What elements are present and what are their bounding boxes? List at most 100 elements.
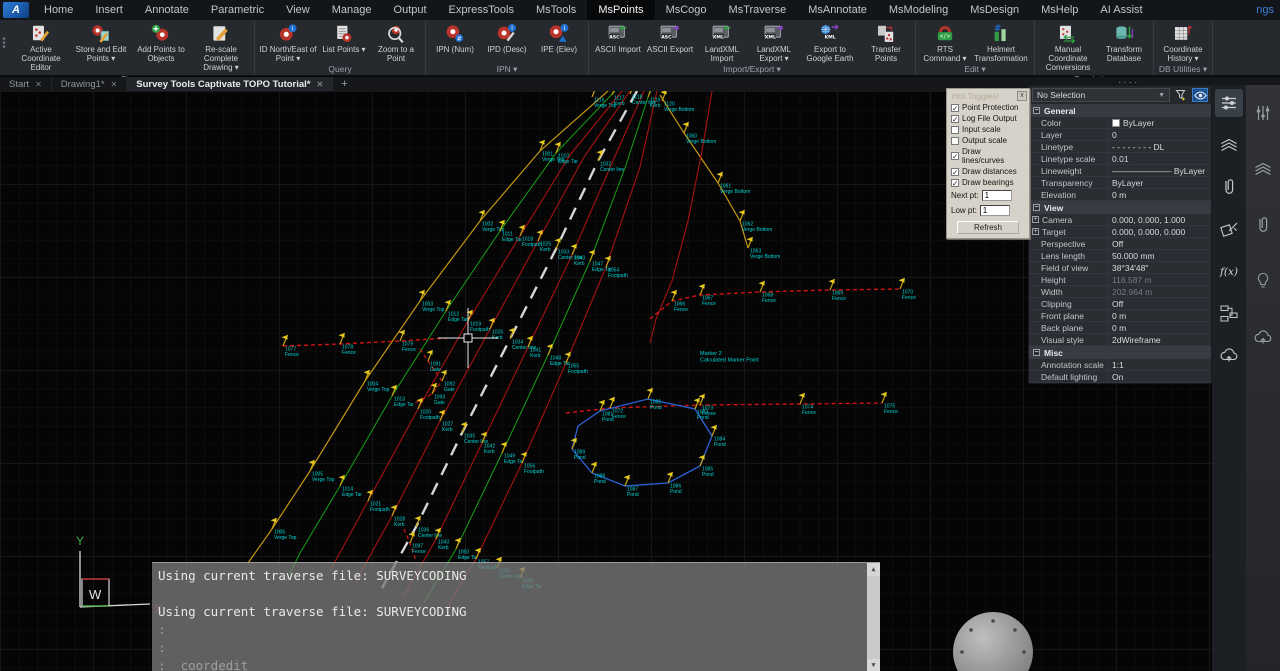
ribbon-drag-handle[interactable]: ••• (0, 20, 8, 75)
menu-tab-home[interactable]: Home (33, 0, 84, 20)
survey-point[interactable]: 1048Edge Tar (547, 344, 571, 367)
close-icon[interactable]: ✕ (317, 80, 324, 89)
survey-point[interactable]: 1013Edge Tar (391, 385, 415, 408)
checkbox-icon[interactable]: ✓ (951, 152, 959, 160)
menu-tab-insert[interactable]: Insert (84, 0, 134, 20)
menu-tab-msdesign[interactable]: MsDesign (959, 0, 1030, 20)
survey-point[interactable]: 1005Verge Top (309, 460, 335, 483)
survey-point[interactable]: 1120Verge Bottom (661, 91, 695, 113)
property-value[interactable]: ——————— ByLayer (1107, 165, 1211, 176)
survey-point[interactable]: 1010Edge Tar (555, 142, 579, 165)
polyline-road-centerline[interactable] (382, 91, 637, 588)
ribbon-button-kml-export[interactable]: KMLExport to Google Earth (800, 21, 860, 63)
collapse-icon[interactable]: − (1033, 107, 1040, 114)
property-row-annotation-scale[interactable]: Annotation scale1:1 (1029, 359, 1211, 371)
property-row-field-of-view[interactable]: Field of view38°34'48" (1029, 262, 1211, 274)
survey-point[interactable]: 1063Verge Bottom (747, 237, 781, 260)
collapse-icon[interactable]: − (1033, 349, 1040, 356)
survey-point[interactable]: 1011Edge Tar (499, 220, 523, 243)
property-value[interactable]: On (1107, 371, 1211, 382)
ribbon-button-manual-conversions[interactable]: Manual Coordinate Conversions (1038, 21, 1098, 73)
property-row-linetype[interactable]: Linetype- - - - - - - - DL (1029, 141, 1211, 153)
survey-point[interactable]: 1012Edge Tar (445, 300, 469, 323)
ribbon-button-landxml-export[interactable]: XMLLandXML Export ▾ (748, 21, 800, 63)
property-value[interactable]: Off (1107, 298, 1211, 309)
ribbon-group-label[interactable]: Import/Export ▾ (592, 63, 912, 75)
property-value[interactable]: 118.587 m (1107, 274, 1211, 285)
menu-tab-view[interactable]: View (275, 0, 321, 20)
refresh-button[interactable]: Refresh (957, 221, 1019, 234)
new-tab-button[interactable]: + (333, 77, 355, 91)
property-value[interactable]: ByLayer (1107, 177, 1211, 188)
selection-dropdown[interactable]: No Selection ▼ (1032, 88, 1170, 102)
menu-tab-mscogo[interactable]: MsCogo (655, 0, 718, 20)
survey-point[interactable]: 1066Fence (671, 290, 689, 313)
quick-select-eye-icon[interactable] (1192, 88, 1208, 102)
checkbox-icon[interactable]: ✓ (951, 104, 959, 112)
layers-icon[interactable] (1215, 131, 1243, 159)
polyline-fence-left[interactable] (283, 338, 448, 346)
menu-tab-msannotate[interactable]: MsAnnotate (797, 0, 878, 20)
property-row-clipping[interactable]: ClippingOff (1029, 298, 1211, 310)
ribbon-button-transfer-points[interactable]: Transfer Points (860, 21, 912, 63)
survey-point[interactable]: 1043Kerb (435, 528, 450, 551)
attachment-icon[interactable] (1215, 173, 1243, 201)
polyline-pond-outline[interactable] (572, 399, 712, 486)
survey-point[interactable]: 1060Verge Bottom (683, 122, 717, 145)
survey-point[interactable]: 1056Footpath (521, 452, 544, 475)
survey-point[interactable]: 1055Footpath (565, 352, 588, 375)
polyline-footpath-right[interactable] (446, 91, 657, 609)
checkbox-icon[interactable]: ✓ (951, 179, 959, 187)
survey-point[interactable]: 1014Edge Tar (339, 475, 363, 498)
property-value[interactable]: 202.964 m (1107, 286, 1211, 297)
lamp-icon[interactable] (1249, 267, 1277, 295)
expression-fx-icon[interactable]: f(x) (1215, 257, 1243, 285)
survey-point[interactable]: 1077Fence (282, 335, 300, 358)
property-row-front-plane[interactable]: Front plane0 m (1029, 310, 1211, 322)
property-value[interactable]: - - - - - - - - DL (1107, 141, 1211, 152)
property-row-color[interactable]: ColorByLayer (1029, 117, 1211, 129)
app-logo-icon[interactable]: A (3, 2, 29, 18)
property-row-visual-style[interactable]: Visual style2dWireframe (1029, 334, 1211, 346)
toggle-draw-lines-curves[interactable]: ✓Draw lines/curves (947, 146, 1029, 166)
polyline-fence-upper[interactable] (650, 289, 900, 319)
checkbox-icon[interactable] (951, 137, 959, 145)
document-tab-start[interactable]: Start✕ (0, 77, 52, 91)
survey-point[interactable]: 1075Fence (881, 392, 899, 415)
ribbon-button-coordinate-history[interactable]: Coordinate History ▾ (1157, 21, 1209, 63)
checkbox-icon[interactable]: ✓ (951, 115, 959, 123)
property-value[interactable]: 0.000, 0.000, 0.000 (1107, 226, 1211, 237)
property-value[interactable]: ByLayer (1107, 117, 1211, 128)
property-row-lineweight[interactable]: Lineweight——————— ByLayer (1029, 165, 1211, 177)
property-value[interactable]: 1:1 (1107, 359, 1211, 370)
property-row-back-plane[interactable]: Back plane0 m (1029, 322, 1211, 334)
ribbon-group-label[interactable]: DB Utilities ▾ (1157, 63, 1209, 75)
ribbon-group-label[interactable]: Query (258, 63, 422, 75)
ribbon-button-transform-database[interactable]: Transform Database (1098, 21, 1150, 63)
close-icon[interactable]: x (1017, 91, 1027, 101)
menu-tab-mstools[interactable]: MsTools (525, 0, 587, 20)
collapse-icon[interactable]: − (1033, 204, 1040, 211)
toggle-input-scale[interactable]: Input scale (947, 124, 1029, 135)
ribbon-button-list-points[interactable]: List Points ▾ (318, 21, 370, 54)
menu-tab-parametric[interactable]: Parametric (200, 0, 275, 20)
property-row-camera[interactable]: +Camera0.000, 0.000, 1.000 (1029, 214, 1211, 226)
checkbox-icon[interactable] (951, 126, 959, 134)
menu-tab-annotate[interactable]: Annotate (134, 0, 200, 20)
cloud-upload-icon[interactable] (1249, 323, 1277, 351)
menu-tab-mstraverse[interactable]: MsTraverse (718, 0, 798, 20)
property-value[interactable]: 0 m (1107, 189, 1211, 200)
document-tab-survey-tools-captivate-topo-tutorial[interactable]: Survey Tools Captivate TOPO Tutorial*✕ (127, 77, 333, 91)
survey-point[interactable]: 1054Footpath (605, 256, 628, 279)
vertical-sliders-icon[interactable] (1249, 99, 1277, 127)
close-icon[interactable]: ✕ (111, 80, 118, 89)
menu-tab-manage[interactable]: Manage (321, 0, 383, 20)
survey-point[interactable]: 1067Fence (699, 284, 717, 307)
checkbox-icon[interactable]: ✓ (951, 168, 959, 176)
property-row-perspective[interactable]: PerspectiveOff (1029, 238, 1211, 250)
low-pt-input[interactable] (980, 205, 1010, 216)
property-value[interactable]: 50.000 mm (1107, 250, 1211, 261)
layers-icon[interactable] (1249, 155, 1277, 183)
property-row-linetype-scale[interactable]: Linetype scale0.01 (1029, 153, 1211, 165)
section-header-view[interactable]: −View (1029, 201, 1211, 214)
